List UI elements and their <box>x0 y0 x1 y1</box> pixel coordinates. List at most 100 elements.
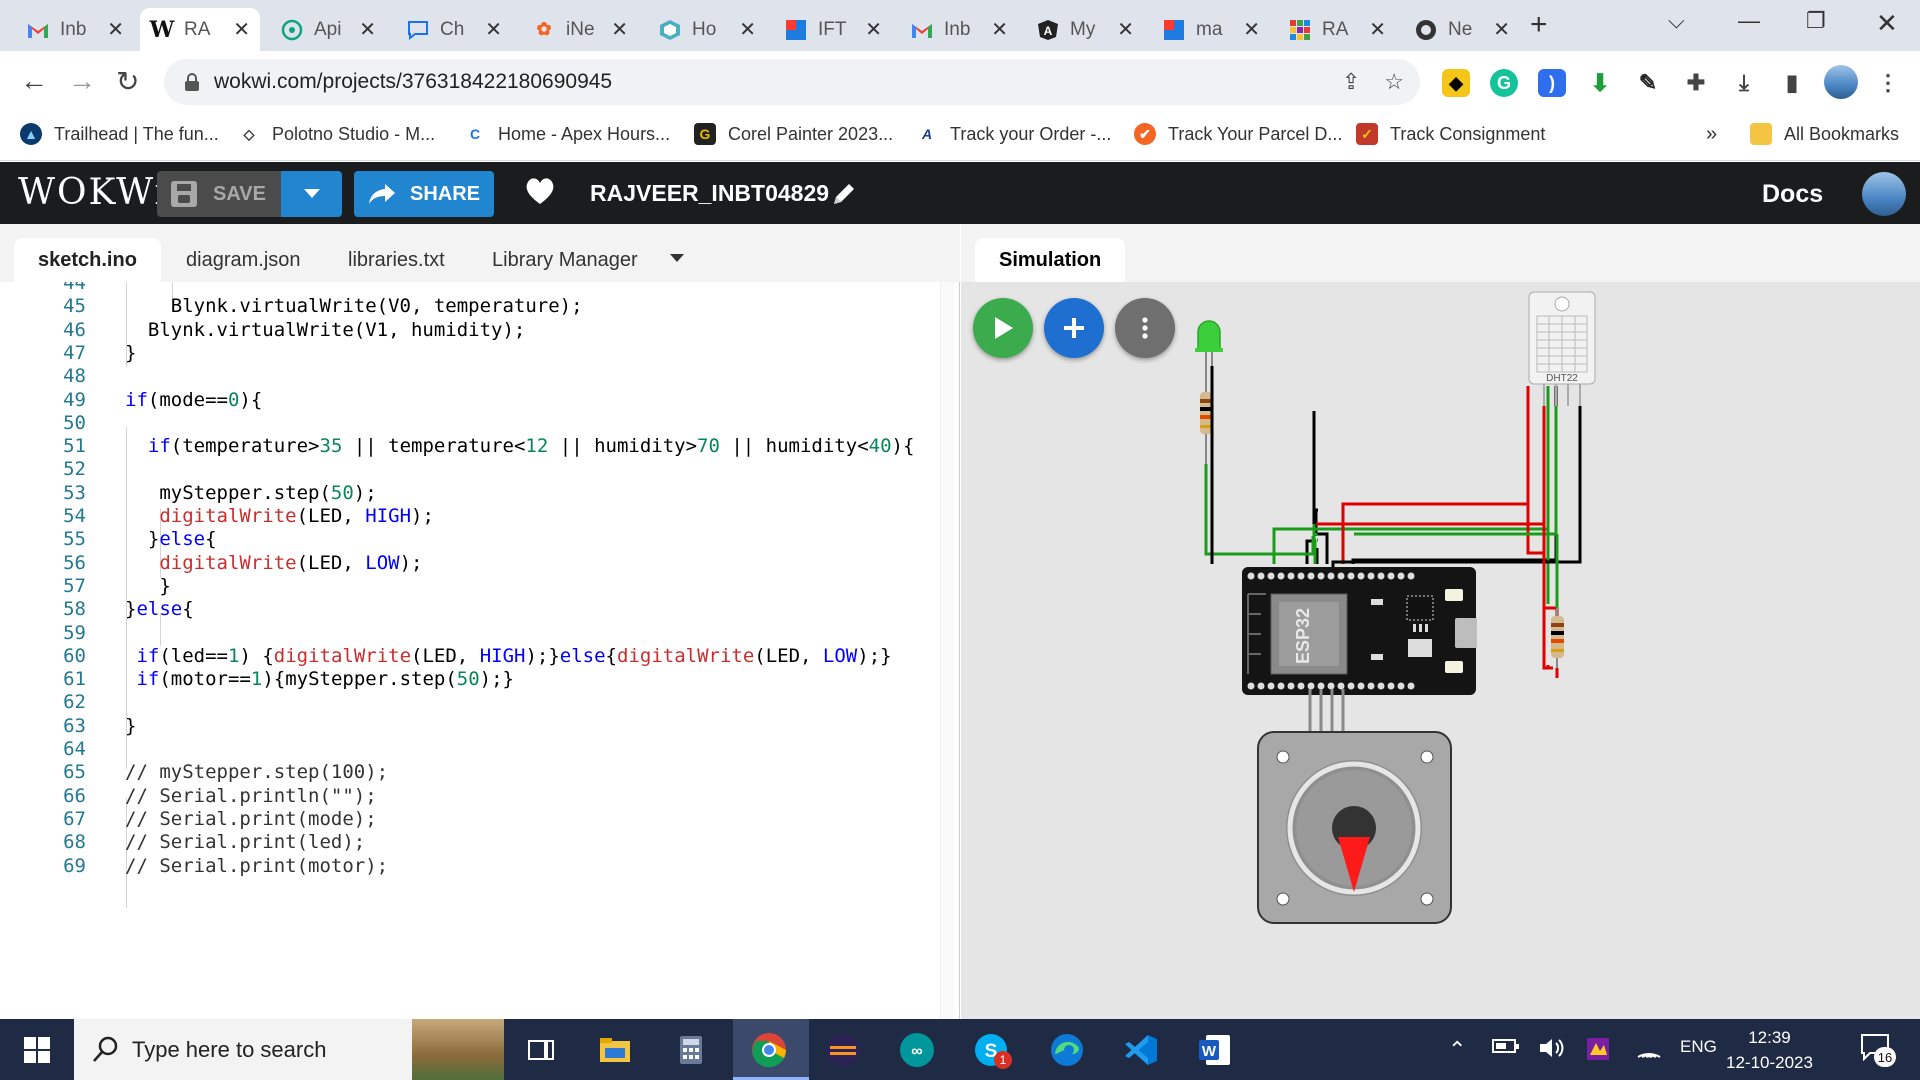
tabs-overflow-caret-icon[interactable] <box>670 254 684 262</box>
bookmark-item[interactable]: G Corel Painter 2023... <box>694 123 893 145</box>
stepper-motor[interactable] <box>1257 689 1452 924</box>
close-icon[interactable]: ✕ <box>1243 17 1260 42</box>
taskbar-clock[interactable]: 12:39 12-10-2023 <box>1726 1025 1813 1075</box>
extension-binance-icon[interactable]: ◆ <box>1442 69 1470 97</box>
eyedropper-icon[interactable]: ✎ <box>1634 69 1662 97</box>
eclipse-icon[interactable] <box>824 1031 862 1069</box>
bookmarks-bar: ▲ Trailhead | The fun... ◇ Polotno Studi… <box>0 113 1920 161</box>
browser-tab[interactable]: Inb ✕ <box>16 8 134 51</box>
forward-icon[interactable]: → <box>68 65 96 97</box>
code-line[interactable]: 69 // Serial.print(motor); <box>0 852 940 880</box>
vscode-icon[interactable] <box>1122 1031 1160 1069</box>
skype-icon[interactable]: S 1 <box>972 1031 1012 1069</box>
save-options-dropdown[interactable] <box>281 171 342 217</box>
battery-icon[interactable] <box>1492 1037 1520 1060</box>
bookmark-item[interactable]: ✔ Track Your Parcel D... <box>1134 123 1342 145</box>
edge-icon[interactable] <box>1048 1031 1086 1069</box>
notifications-icon[interactable]: 16 <box>1860 1033 1896 1067</box>
arduino-icon[interactable]: ∞ <box>898 1031 936 1069</box>
heart-icon[interactable] <box>524 176 556 206</box>
tab-libraries-txt[interactable]: libraries.txt <box>324 238 469 282</box>
ifttt-icon <box>784 18 808 42</box>
browser-tab[interactable]: Api ✕ <box>270 8 386 51</box>
back-icon[interactable]: ← <box>20 65 48 97</box>
word-icon[interactable]: W <box>1196 1031 1234 1069</box>
browser-tab[interactable]: Ne ✕ <box>1404 8 1520 51</box>
tab-sketch-ino[interactable]: sketch.ino <box>14 238 161 282</box>
close-icon[interactable]: ✕ <box>233 17 250 42</box>
volume-icon[interactable] <box>1538 1037 1566 1064</box>
close-icon[interactable]: ✕ <box>991 17 1008 42</box>
editor-scrollbar[interactable] <box>940 282 954 1019</box>
close-icon[interactable]: ✕ <box>739 17 756 42</box>
code-area[interactable]: 44 45 Blynk.virtualWrite(V0, temperature)… <box>0 282 940 1019</box>
extensions-puzzle-icon[interactable]: ✚ <box>1682 69 1710 97</box>
tray-chevron-up-icon[interactable]: ⌃ <box>1448 1037 1466 1063</box>
menu-kebab-icon[interactable]: ⋮ <box>1874 69 1902 97</box>
browser-tab[interactable]: A My ✕ <box>1026 8 1144 51</box>
close-icon[interactable]: ✕ <box>1493 17 1510 42</box>
close-icon[interactable]: ✕ <box>865 17 882 42</box>
close-icon[interactable]: ✕ <box>359 17 376 42</box>
docs-link[interactable]: Docs <box>1762 180 1823 209</box>
bookmark-item[interactable]: ▲ Trailhead | The fun... <box>20 123 219 145</box>
bookmarks-overflow-button[interactable]: » <box>1706 123 1717 146</box>
browser-tab-active[interactable]: W RA ✕ <box>140 8 260 51</box>
bookmark-item[interactable]: C Home - Apex Hours... <box>464 123 670 145</box>
bookmark-star-icon[interactable]: ☆ <box>1384 69 1404 95</box>
share-page-icon[interactable]: ⇪ <box>1342 69 1360 95</box>
browser-tab[interactable]: IFT ✕ <box>774 8 892 51</box>
restore-icon[interactable]: ❐ <box>1806 8 1826 34</box>
tab-search-chevron-icon[interactable]: ⌵ <box>1668 8 1685 34</box>
tab-library-manager[interactable]: Library Manager <box>468 238 662 282</box>
wifi-icon[interactable] <box>1636 1037 1662 1064</box>
all-bookmarks-label: All Bookmarks <box>1784 123 1900 144</box>
file-explorer-icon[interactable] <box>596 1031 634 1069</box>
browser-tab[interactable]: RA ✕ <box>1278 8 1396 51</box>
windows-start-icon[interactable] <box>18 1031 56 1069</box>
share-button[interactable]: SHARE <box>354 171 494 217</box>
svg-text:A: A <box>1044 24 1053 38</box>
browser-tab[interactable]: Inb ✕ <box>900 8 1018 51</box>
taskbar-search-box[interactable]: Type here to search <box>74 1019 504 1080</box>
minimize-icon[interactable]: — <box>1738 8 1760 34</box>
reload-icon[interactable]: ↻ <box>116 65 139 98</box>
language-indicator[interactable]: ENG <box>1680 1037 1717 1057</box>
all-bookmarks-button[interactable]: All Bookmarks <box>1750 123 1899 145</box>
downloads-icon[interactable]: ⤓ <box>1730 69 1758 97</box>
close-icon[interactable]: ✕ <box>611 17 628 42</box>
pencil-edit-icon[interactable] <box>830 180 858 208</box>
bookmark-item[interactable]: ✓ Track Consignment <box>1356 123 1545 145</box>
user-avatar[interactable] <box>1862 172 1906 216</box>
extension-audio-icon[interactable]: ) <box>1538 69 1566 97</box>
bookmark-label: Home - Apex Hours... <box>498 123 671 144</box>
side-panel-icon[interactable]: ▮ <box>1778 69 1806 97</box>
close-icon[interactable]: ✕ <box>1369 17 1386 42</box>
task-view-icon[interactable] <box>522 1031 560 1069</box>
bookmark-item[interactable]: A Track your Order -... <box>916 123 1111 145</box>
close-icon[interactable]: ✕ <box>485 17 502 42</box>
esp32-board[interactable]: ESP32 <box>1242 567 1477 695</box>
browser-tab[interactable]: ✿ iNe ✕ <box>522 8 638 51</box>
tab-diagram-json[interactable]: diagram.json <box>162 238 325 282</box>
address-bar[interactable]: wokwi.com/projects/376318422180690945 ⇪ … <box>164 59 1420 105</box>
new-tab-icon[interactable]: + <box>1530 8 1548 42</box>
browser-tab[interactable]: ma ✕ <box>1152 8 1270 51</box>
save-button[interactable]: SAVE <box>157 171 281 217</box>
green-led[interactable] <box>1195 320 1223 384</box>
close-icon[interactable]: ✕ <box>1117 17 1134 42</box>
profile-avatar[interactable] <box>1824 65 1858 99</box>
bookmark-item[interactable]: ◇ Polotno Studio - M... <box>238 123 435 145</box>
browser-tab[interactable]: Ho ✕ <box>648 8 766 51</box>
wokwi-logo[interactable]: WOKWi <box>18 172 168 213</box>
dht22-sensor[interactable]: DHT22 <box>1528 291 1596 406</box>
close-window-icon[interactable]: ✕ <box>1876 8 1898 39</box>
tray-app-icon[interactable] <box>1586 1037 1610 1066</box>
download-green-icon[interactable]: ⬇ <box>1586 69 1614 97</box>
chrome-icon[interactable] <box>750 1031 788 1069</box>
grammarly-icon[interactable]: G <box>1490 69 1518 97</box>
close-icon[interactable]: ✕ <box>107 17 124 42</box>
browser-tab[interactable]: Ch ✕ <box>396 8 512 51</box>
calculator-icon[interactable] <box>672 1031 710 1069</box>
project-name[interactable]: RAJVEER_INBT04829 <box>590 180 829 207</box>
